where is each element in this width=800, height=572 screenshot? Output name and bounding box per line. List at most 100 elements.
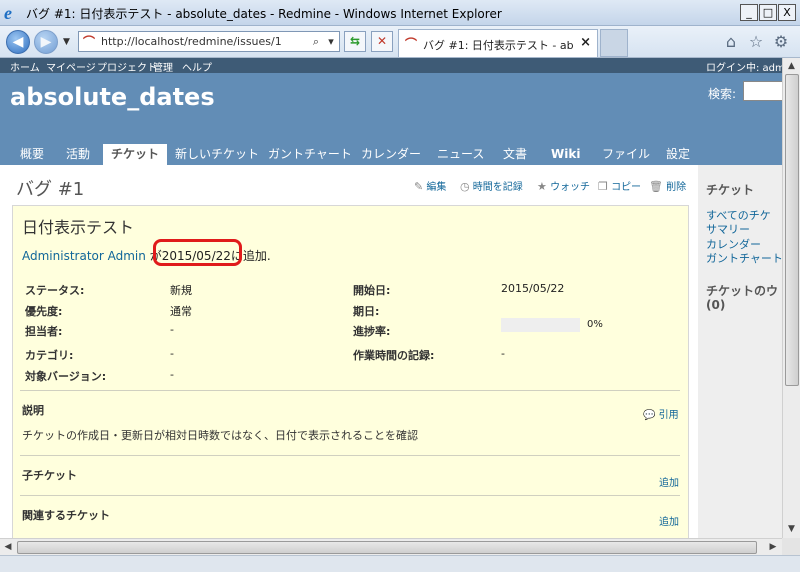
done-ratio-label: 進捗率:: [353, 325, 391, 338]
tab-settings[interactable]: 設定: [666, 144, 690, 165]
copy-label: コピー: [611, 182, 642, 193]
sidebar: チケット すべてのチケ サマリー カレンダー ガントチャート チケットのウ (0…: [698, 165, 782, 538]
tools-gear-icon[interactable]: ⚙: [771, 32, 791, 52]
add-subtask-link[interactable]: 追加: [659, 474, 679, 489]
address-dropdown-icon[interactable]: ▾: [324, 34, 338, 49]
vertical-scrollbar[interactable]: ▲ ▼: [782, 58, 800, 538]
browser-navigation-bar: ◀ ▶ ▼ ⌒ http://localhost/redmine/issues/…: [0, 26, 800, 58]
tab-calendar[interactable]: カレンダー: [361, 144, 421, 165]
description-heading: 説明: [22, 404, 44, 417]
author-link[interactable]: Administrator Admin: [22, 249, 146, 263]
progress-bar: [501, 318, 580, 332]
sidebar-watched-count: (0): [706, 298, 726, 312]
tab-news[interactable]: ニュース: [437, 144, 484, 165]
priority-value: 通常: [170, 305, 192, 318]
tab-title: バグ #1: 日付表示テスト - ab...: [423, 39, 573, 52]
top-menu-my-page[interactable]: マイページ: [46, 59, 96, 74]
horizontal-scroll-thumb[interactable]: [17, 541, 757, 554]
back-arrow-icon[interactable]: ◀: [6, 30, 30, 54]
redmine-favicon-icon: ⌒: [405, 37, 418, 51]
top-menu-admin[interactable]: 管理: [153, 59, 173, 74]
address-bar[interactable]: ⌒ http://localhost/redmine/issues/1 ⌕ ▾: [78, 31, 340, 52]
divider: [20, 390, 680, 391]
scroll-up-icon[interactable]: ▲: [785, 59, 798, 73]
star-icon: ★: [537, 180, 547, 193]
delete-link[interactable]: 🗑 削除: [649, 178, 686, 193]
issue-details: 日付表示テスト Administrator Admin が2015/05/22に…: [12, 205, 689, 538]
tab-issues[interactable]: チケット: [103, 144, 168, 165]
tab-documents[interactable]: 文書: [503, 144, 527, 165]
new-tab-button[interactable]: [600, 29, 628, 57]
quote-link[interactable]: 💬 引用: [643, 406, 679, 421]
log-time-link[interactable]: ◷ 時間を記録: [460, 178, 523, 193]
due-date-label: 期日:: [353, 305, 380, 318]
window-title-bar: e バグ #1: 日付表示テスト - absolute_dates - Redm…: [0, 0, 800, 26]
quote-label: 引用: [658, 410, 679, 421]
forward-arrow-icon[interactable]: ▶: [34, 30, 58, 54]
status-value: 新規: [170, 284, 192, 297]
assignee-label: 担当者:: [25, 325, 63, 338]
stop-icon[interactable]: ✕: [371, 31, 393, 52]
copy-icon: ❐: [598, 180, 608, 193]
category-value: -: [170, 347, 174, 360]
tab-overview[interactable]: 概要: [20, 144, 44, 165]
tab-gantt[interactable]: ガントチャート: [268, 144, 352, 165]
scroll-left-icon[interactable]: ◀: [1, 541, 15, 554]
tab-files[interactable]: ファイル: [602, 144, 650, 165]
top-menu-help[interactable]: ヘルプ: [182, 59, 212, 74]
address-url[interactable]: http://localhost/redmine/issues/1: [101, 35, 282, 48]
vertical-scroll-thumb[interactable]: [785, 74, 799, 386]
browser-tab-active[interactable]: ⌒ バグ #1: 日付表示テスト - ab... ×: [398, 29, 598, 57]
scroll-down-icon[interactable]: ▼: [785, 522, 798, 536]
clock-icon: ◷: [460, 180, 470, 193]
speech-bubble-icon: 💬: [643, 410, 656, 421]
copy-link[interactable]: ❐ コピー: [598, 178, 641, 193]
start-date-value: 2015/05/22: [501, 282, 565, 295]
watch-link[interactable]: ★ ウォッチ: [537, 178, 590, 193]
trash-icon: 🗑: [649, 180, 663, 193]
project-title: absolute_dates: [10, 83, 215, 111]
logged-as: ログイン中: adm: [706, 63, 782, 74]
home-icon[interactable]: ⌂: [721, 32, 741, 52]
log-time-label: 時間を記録: [472, 182, 523, 193]
done-ratio-value: 0%: [587, 319, 603, 330]
add-relation-link[interactable]: 追加: [659, 513, 679, 528]
close-window-button[interactable]: X: [778, 4, 796, 21]
search-icon[interactable]: ⌕: [309, 34, 323, 49]
issue-subject: 日付表示テスト: [22, 218, 135, 237]
ie-logo-icon: e: [4, 3, 12, 23]
relations-heading: 関連するチケット: [22, 509, 110, 522]
scrollbar-corner: [782, 538, 800, 555]
close-tab-icon[interactable]: ×: [580, 35, 591, 50]
date-highlight-annotation: [153, 239, 242, 266]
top-menu-projects[interactable]: プロジェクト: [97, 59, 157, 74]
sidebar-link-gantt[interactable]: ガントチャート: [706, 250, 782, 266]
redmine-favicon-icon: ⌒: [83, 35, 96, 49]
tab-wiki[interactable]: Wiki: [551, 144, 580, 165]
watch-label: ウォッチ: [550, 182, 591, 193]
tab-activity[interactable]: 活動: [66, 144, 90, 165]
tab-new-issue[interactable]: 新しいチケット: [175, 144, 259, 165]
main-content: バグ #1 ✎ 編集 ◷ 時間を記録 ★ ウォッチ ❐ コピー 🗑 削除 日付表…: [0, 165, 698, 538]
favorites-star-icon[interactable]: ☆: [746, 32, 766, 52]
top-menu-home[interactable]: ホーム: [10, 59, 40, 74]
category-label: カテゴリ:: [25, 349, 74, 362]
search-input[interactable]: [743, 81, 782, 101]
sidebar-link-summary[interactable]: サマリー: [706, 221, 750, 237]
assignee-value: -: [170, 323, 174, 336]
compatibility-view-icon[interactable]: ⇆: [344, 31, 366, 52]
search-label: 検索:: [708, 87, 737, 101]
edit-link[interactable]: ✎ 編集: [414, 178, 446, 193]
start-date-label: 開始日:: [353, 284, 391, 297]
sidebar-heading-issues: チケット: [706, 183, 755, 197]
project-header: absolute_dates 検索: 概要 活動 チケット 新しいチケット ガン…: [0, 73, 782, 165]
horizontal-scrollbar[interactable]: ◀ ▶: [0, 538, 782, 555]
edit-label: 編集: [426, 182, 447, 193]
pencil-icon: ✎: [414, 180, 424, 193]
spent-time-value: -: [501, 347, 505, 360]
target-version-label: 対象バージョン:: [25, 370, 107, 383]
history-dropdown-icon[interactable]: ▼: [63, 37, 70, 47]
scroll-right-icon[interactable]: ▶: [766, 541, 780, 554]
maximize-button[interactable]: □: [759, 4, 777, 21]
minimize-button[interactable]: _: [740, 4, 758, 21]
